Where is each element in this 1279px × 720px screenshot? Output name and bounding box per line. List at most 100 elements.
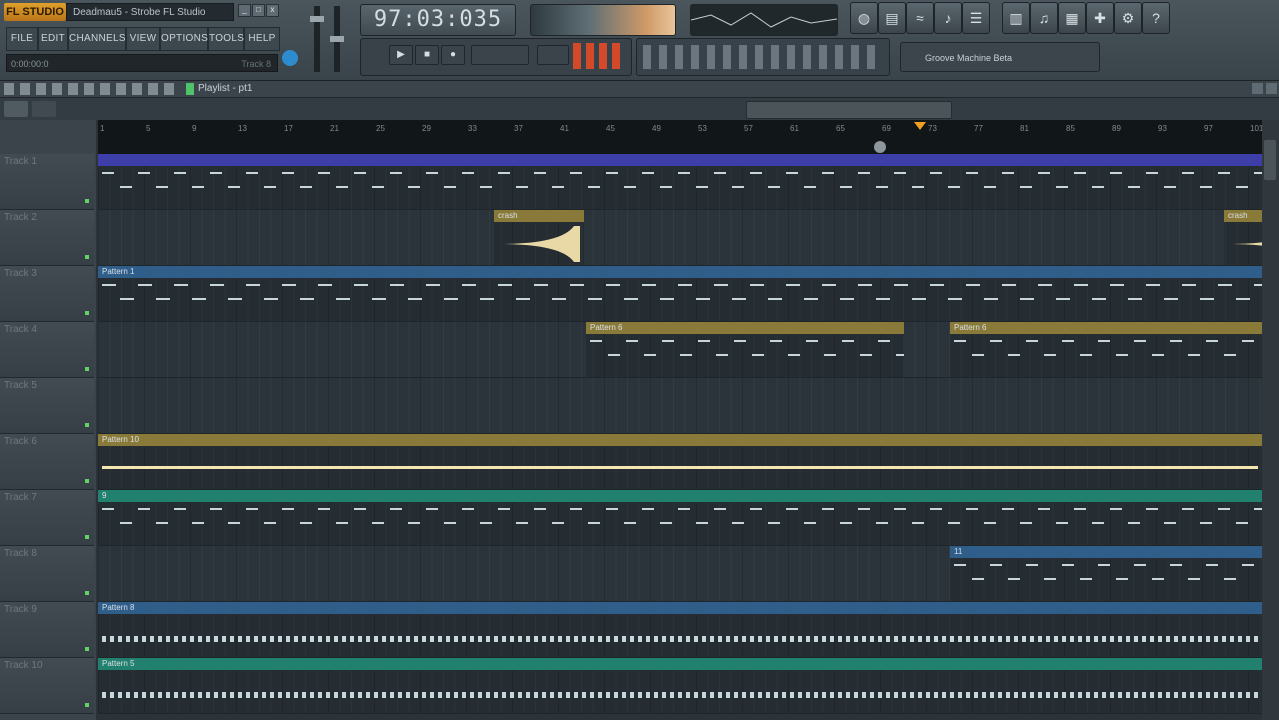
pattern-clip[interactable]: crash [494, 210, 584, 265]
pattern-selector[interactable] [537, 45, 569, 65]
playlist-close-button[interactable] [1266, 83, 1277, 94]
wave-icon[interactable]: ≈ [906, 2, 934, 34]
pattern-clip[interactable]: 11 [950, 546, 1262, 601]
settings-icon[interactable]: ⚙ [1114, 2, 1142, 34]
timeline-ruler[interactable]: 1 5 9 13 17 21 25 29 33 37 41 45 49 53 57 61 65 69 73 77 81 8… [98, 120, 1263, 154]
browser-icon[interactable]: ▦ [1058, 2, 1086, 34]
mixer-icon[interactable]: ☰ [962, 2, 990, 34]
track-mute-led[interactable] [85, 199, 89, 203]
menu-edit[interactable]: EDIT [38, 27, 68, 51]
note [300, 186, 312, 188]
master-pitch-handle[interactable] [330, 36, 344, 42]
clip-notes [102, 466, 1258, 469]
piano-icon[interactable]: ▥ [1002, 2, 1030, 34]
track-lane[interactable]: Pattern 1 [98, 266, 1262, 322]
close-button[interactable]: x [266, 4, 279, 17]
master-pitch-slider[interactable] [330, 6, 344, 72]
pattern-clip[interactable]: 9 [98, 490, 1262, 545]
channel-icon[interactable]: ♪ [934, 2, 962, 34]
tempo-display[interactable] [471, 45, 529, 65]
track-header[interactable]: Track 7 [0, 490, 94, 546]
note [824, 354, 836, 356]
pattern-clip[interactable]: Pattern 6 [586, 322, 904, 377]
track-mute-led[interactable] [85, 255, 89, 259]
note [498, 508, 510, 510]
track-header[interactable]: Track 1 [0, 154, 94, 210]
track-mute-led[interactable] [85, 535, 89, 539]
note [1020, 522, 1032, 524]
menu-tools[interactable]: TOOLS [208, 27, 244, 51]
pattern-clip[interactable]: Pattern 6 [950, 322, 1262, 377]
pattern-clip[interactable]: Pattern 5 [98, 658, 1262, 713]
record-button[interactable]: ● [441, 45, 465, 65]
playlist-menu-button[interactable] [1252, 83, 1263, 94]
track-mute-led[interactable] [85, 591, 89, 595]
menu-view[interactable]: VIEW [126, 27, 160, 51]
plugin-icon[interactable]: ✚ [1086, 2, 1114, 34]
maximize-button[interactable]: □ [252, 4, 265, 17]
track-lane[interactable]: Pattern 10 [98, 434, 1262, 490]
track-lane[interactable]: 11 [98, 546, 1262, 602]
track-mute-led[interactable] [85, 703, 89, 707]
track-lane[interactable]: Pattern 8 [98, 602, 1262, 658]
track-lane[interactable]: 9 [98, 490, 1262, 546]
minimize-button[interactable]: _ [238, 4, 251, 17]
menu-help[interactable]: HELP [244, 27, 280, 51]
track-header[interactable]: Track 3 [0, 266, 94, 322]
track-lane[interactable] [98, 154, 1262, 210]
globe-icon[interactable]: ◍ [850, 2, 878, 34]
note [1152, 578, 1164, 580]
track-mute-led[interactable] [85, 647, 89, 651]
loop-marker-icon[interactable] [874, 141, 886, 153]
pattern-clip[interactable]: Pattern 10 [98, 434, 1262, 489]
note [1110, 508, 1122, 510]
playhead-marker[interactable] [914, 122, 926, 130]
song-position-display[interactable]: 97:03:035 [360, 4, 516, 36]
snap-buttons[interactable] [573, 43, 625, 69]
song-view-button[interactable] [32, 101, 56, 117]
track-header[interactable]: Track 2 [0, 210, 94, 266]
note [150, 636, 154, 642]
pattern-clip[interactable] [98, 154, 1262, 209]
note [984, 298, 998, 300]
playlist-tool-buttons[interactable] [4, 83, 174, 95]
master-volume-handle[interactable] [310, 16, 324, 22]
plugin-picker[interactable]: Groove Machine Beta [900, 42, 1100, 72]
pattern-clip[interactable]: Pattern 1 [98, 266, 1262, 321]
pattern-clip[interactable]: crash [1224, 210, 1262, 265]
track-mute-led[interactable] [85, 311, 89, 315]
master-volume-slider[interactable] [310, 6, 324, 72]
track-header[interactable]: Track 6 [0, 434, 94, 490]
track-header[interactable]: Track 5 [0, 378, 94, 434]
note [222, 636, 226, 642]
menu-channels[interactable]: CHANNELS [68, 27, 126, 51]
horizontal-scrollbar-thumb[interactable] [746, 101, 952, 119]
track-mute-led[interactable] [85, 479, 89, 483]
menu-file[interactable]: FILE [6, 27, 38, 51]
menu-options[interactable]: OPTIONS [160, 27, 208, 51]
note [858, 508, 870, 510]
note [174, 692, 178, 698]
track-header[interactable]: Track 9 [0, 602, 94, 658]
vertical-scrollbar[interactable] [1262, 120, 1279, 720]
pattern-view-button[interactable] [4, 101, 28, 117]
vertical-scrollbar-thumb[interactable] [1264, 140, 1276, 180]
track-header[interactable]: Track 10 [0, 658, 94, 714]
keys-icon[interactable]: ♫ [1030, 2, 1058, 34]
stop-button[interactable]: ■ [415, 45, 439, 65]
track-lane[interactable] [98, 378, 1262, 434]
track-lane[interactable]: Pattern 5 [98, 658, 1262, 714]
track-header[interactable]: Track 4 [0, 322, 94, 378]
track-lane[interactable]: Pattern 6 Pattern 6 [98, 322, 1262, 378]
disk-icon[interactable]: ▤ [878, 2, 906, 34]
toggle-buttons[interactable] [643, 45, 883, 69]
play-button[interactable]: ▶ [389, 45, 413, 65]
track-mute-led[interactable] [85, 423, 89, 427]
note [1022, 636, 1026, 642]
help-icon[interactable]: ? [1142, 2, 1170, 34]
track-lane[interactable]: crash crash [98, 210, 1262, 266]
pattern-clip[interactable]: Pattern 8 [98, 602, 1262, 657]
note [804, 522, 816, 524]
track-mute-led[interactable] [85, 367, 89, 371]
track-header[interactable]: Track 8 [0, 546, 94, 602]
